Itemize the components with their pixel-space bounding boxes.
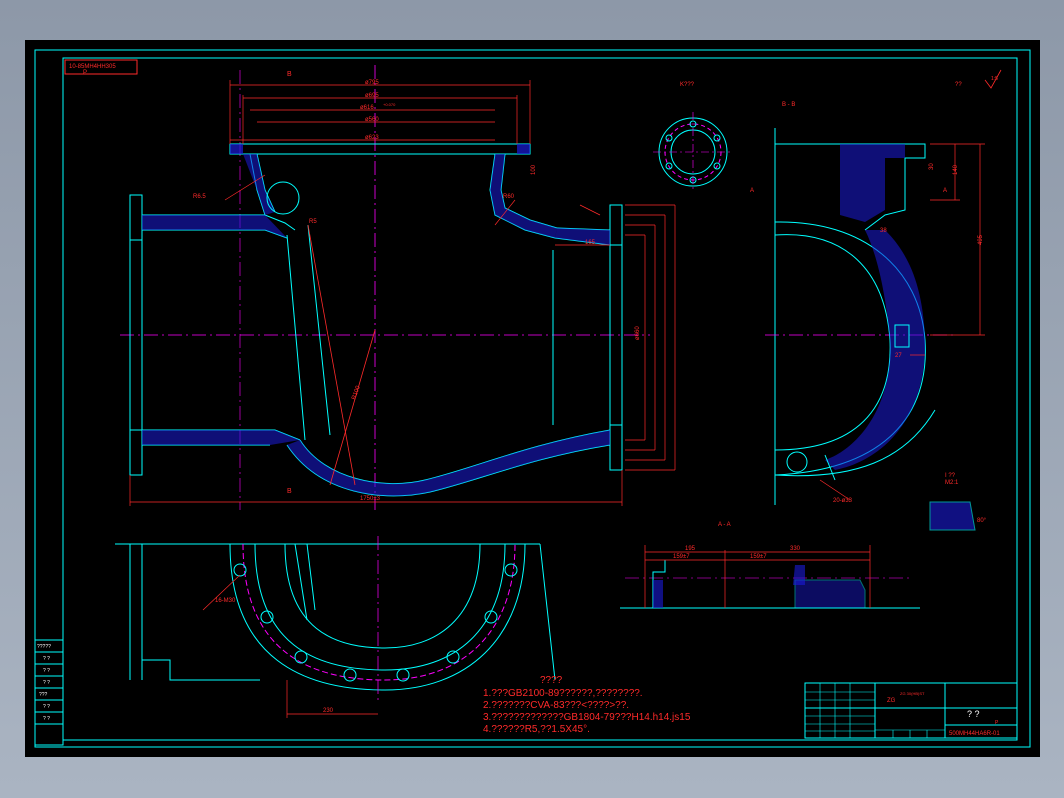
dim-30: 30 <box>929 163 935 170</box>
revision-row-5: ? ? <box>43 704 50 710</box>
notes-title: ???? <box>540 675 563 686</box>
note-line-2: 2.???????CVA-83???<????>??. <box>483 700 629 711</box>
revision-row-1: ? ? <box>43 656 50 662</box>
section-aa-title: A - A <box>718 522 731 528</box>
viewport: 10-85MH4HH305 P ø795 ø695 ø616 +0.070 ø5… <box>0 0 1064 798</box>
cad-drawing: 10-85MH4HH305 P ø795 ø695 ø616 +0.070 ø5… <box>34 49 1031 748</box>
detail-i-title: I ?? <box>945 473 956 479</box>
dim-length-main: 1750±3 <box>360 496 381 502</box>
dim-r2: R60 <box>503 194 515 200</box>
dim-159-b: 159±7 <box>750 554 767 560</box>
dim-d3: ø616 <box>360 105 374 111</box>
dim-holes: 20-ø33 <box>833 498 853 504</box>
drawing-number-sub: P <box>83 70 87 76</box>
revision-row-6: ? ? <box>43 716 50 722</box>
dim-d6: ø660 <box>635 326 641 340</box>
dim-d4: ø560 <box>365 117 379 123</box>
section-bb-title: B - B <box>782 102 795 108</box>
dim-r4: R100 <box>351 385 362 401</box>
section-aa-view: A - A 195 330 159±7 159±7 <box>620 522 920 609</box>
revision-row-2: ? ? <box>43 668 50 674</box>
dim-ratio: 1:5 <box>991 76 998 82</box>
section-mark-top: B <box>287 71 292 78</box>
dim-r1: R6.5 <box>193 194 206 200</box>
dim-140: 140 <box>953 164 959 175</box>
technical-notes: ???? 1.???GB2100-89??????,????????. 2.??… <box>483 675 691 735</box>
dim-195: 195 <box>685 546 696 552</box>
detail-i-view: I ?? M2:1 80° <box>929 473 987 531</box>
dim-165: 165 <box>585 240 596 246</box>
dim-thread: 16-M30 <box>215 598 236 604</box>
dim-d1: ø795 <box>365 80 379 86</box>
note-line-3: 3.?????????????GB1804-79???H14.h14.js15 <box>483 712 691 723</box>
dim-d5: ø623 <box>365 135 379 141</box>
dim-230: 230 <box>323 708 334 714</box>
material-label: ZG <box>887 698 896 704</box>
drawing-number-box: 10-85MH4HH305 P <box>64 59 138 76</box>
dim-38: 38 <box>880 228 887 234</box>
drawing-code: 500MH44HA6R-01 <box>949 731 1000 737</box>
part-name: ? ? <box>967 709 980 719</box>
drawing-sheet[interactable]: 10-85MH4HH305 P ø795 ø695 ø616 +0.070 ø5… <box>25 40 1040 757</box>
detail-i-scale: M2:1 <box>945 480 959 486</box>
revision-row-4: ??? <box>39 692 48 698</box>
section-bb-view: B - B ?? 30 140 495 27 38 20-ø33 A A <box>750 82 985 505</box>
dim-495: 495 <box>978 234 984 245</box>
revision-table: ????? ? ? ? ? ? ? ??? ? ? ? ? <box>34 639 64 746</box>
revision-header: ????? <box>37 644 51 650</box>
front-view: ø795 ø695 ø616 +0.070 ø560 ø623 R6.5 R60… <box>120 65 676 510</box>
title-block: ZG ZG 30(HB)ST ? ? 500MH44HA6R-01 P <box>804 682 1018 739</box>
dim-d2: ø695 <box>365 93 379 99</box>
detail-k-view: K??? <box>653 82 733 192</box>
dim-r3: R5 <box>309 219 317 225</box>
detail-title-right: ?? <box>955 82 962 88</box>
dim-330: 330 <box>790 546 801 552</box>
drawing-number-text: 10-85MH4HH305 <box>69 64 116 70</box>
detail-k-title: K??? <box>680 82 695 88</box>
dim-159-a: 159±7 <box>673 554 690 560</box>
material-sub: ZG 30(HB)ST <box>900 691 925 696</box>
roughness-symbol: 1:5 <box>984 69 1002 89</box>
dim-100: 100 <box>531 164 537 175</box>
revision-row-3: ? ? <box>43 680 50 686</box>
section-mark-a-left: A <box>750 188 754 194</box>
note-line-4: 4.??????R5,??1.5X45°. <box>483 724 590 735</box>
dim-d3-tol: +0.070 <box>383 102 396 107</box>
dim-27: 27 <box>895 353 902 359</box>
note-line-1: 1.???GB2100-89??????,????????. <box>483 688 643 699</box>
section-mark-bottom: B <box>287 488 292 495</box>
dim-angle: 80° <box>977 518 987 524</box>
section-mark-a-right: A <box>943 188 947 194</box>
